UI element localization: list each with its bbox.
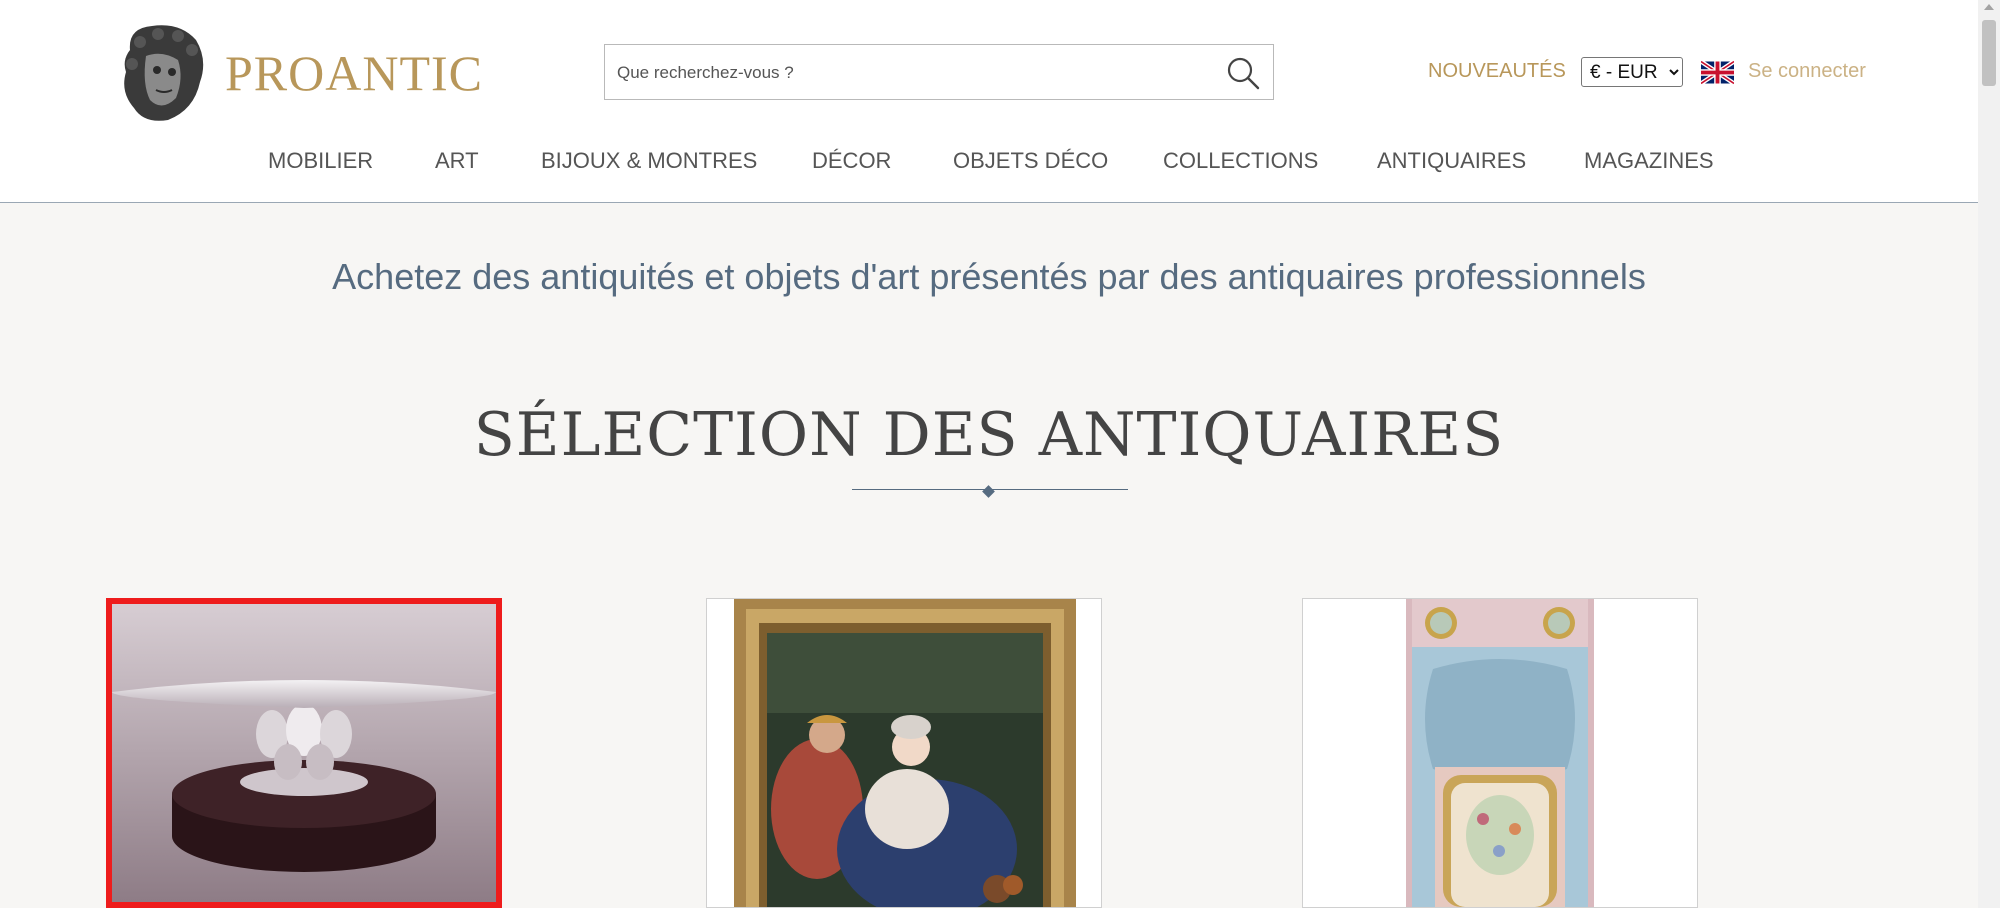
brand-name[interactable]: PROANTIC [225,44,483,102]
product-card-3[interactable] [1302,598,1698,908]
scrollbar-thumb[interactable] [1982,20,1996,86]
product-image-1[interactable] [112,604,496,902]
product-card-1[interactable] [106,598,502,908]
nav-item-magazines[interactable]: MAGAZINES [1584,148,1714,174]
main-nav: MOBILIER ART BIJOUX & MONTRES DÉCOR OBJE… [0,148,1978,180]
product-image-2[interactable] [707,599,1101,907]
product-card-2[interactable] [706,598,1102,908]
site-header: PROANTIC NOUVEAUTÉS € - EUR Se connecter… [0,0,1978,203]
product-image-3[interactable] [1303,599,1697,907]
search-box [604,44,1274,101]
nav-item-decor[interactable]: DÉCOR [812,148,891,174]
page-scrollbar[interactable] [1978,0,2000,908]
nav-item-art[interactable]: ART [435,148,479,174]
logo-icon[interactable] [110,20,210,124]
scroll-up-arrow[interactable] [1984,4,1994,10]
currency-select[interactable]: € - EUR [1581,57,1683,87]
search-icon[interactable] [1223,53,1263,93]
login-link[interactable]: Se connecter [1748,60,1866,83]
nav-item-objets-deco[interactable]: OBJETS DÉCO [953,148,1108,174]
title-diamond [982,485,995,498]
nav-item-collections[interactable]: COLLECTIONS [1163,148,1318,174]
uk-flag-icon[interactable] [1701,60,1734,85]
nav-item-mobilier[interactable]: MOBILIER [268,148,373,174]
nav-item-antiquaires[interactable]: ANTIQUAIRES [1377,148,1526,174]
section-title: SÉLECTION DES ANTIQUAIRES [473,400,1505,470]
nouveautes-link[interactable]: NOUVEAUTÉS [1428,60,1566,83]
search-input[interactable] [615,45,1199,101]
page-tagline: Achetez des antiquités et objets d'art p… [332,256,1646,297]
nav-item-bijoux-montres[interactable]: BIJOUX & MONTRES [541,148,757,174]
